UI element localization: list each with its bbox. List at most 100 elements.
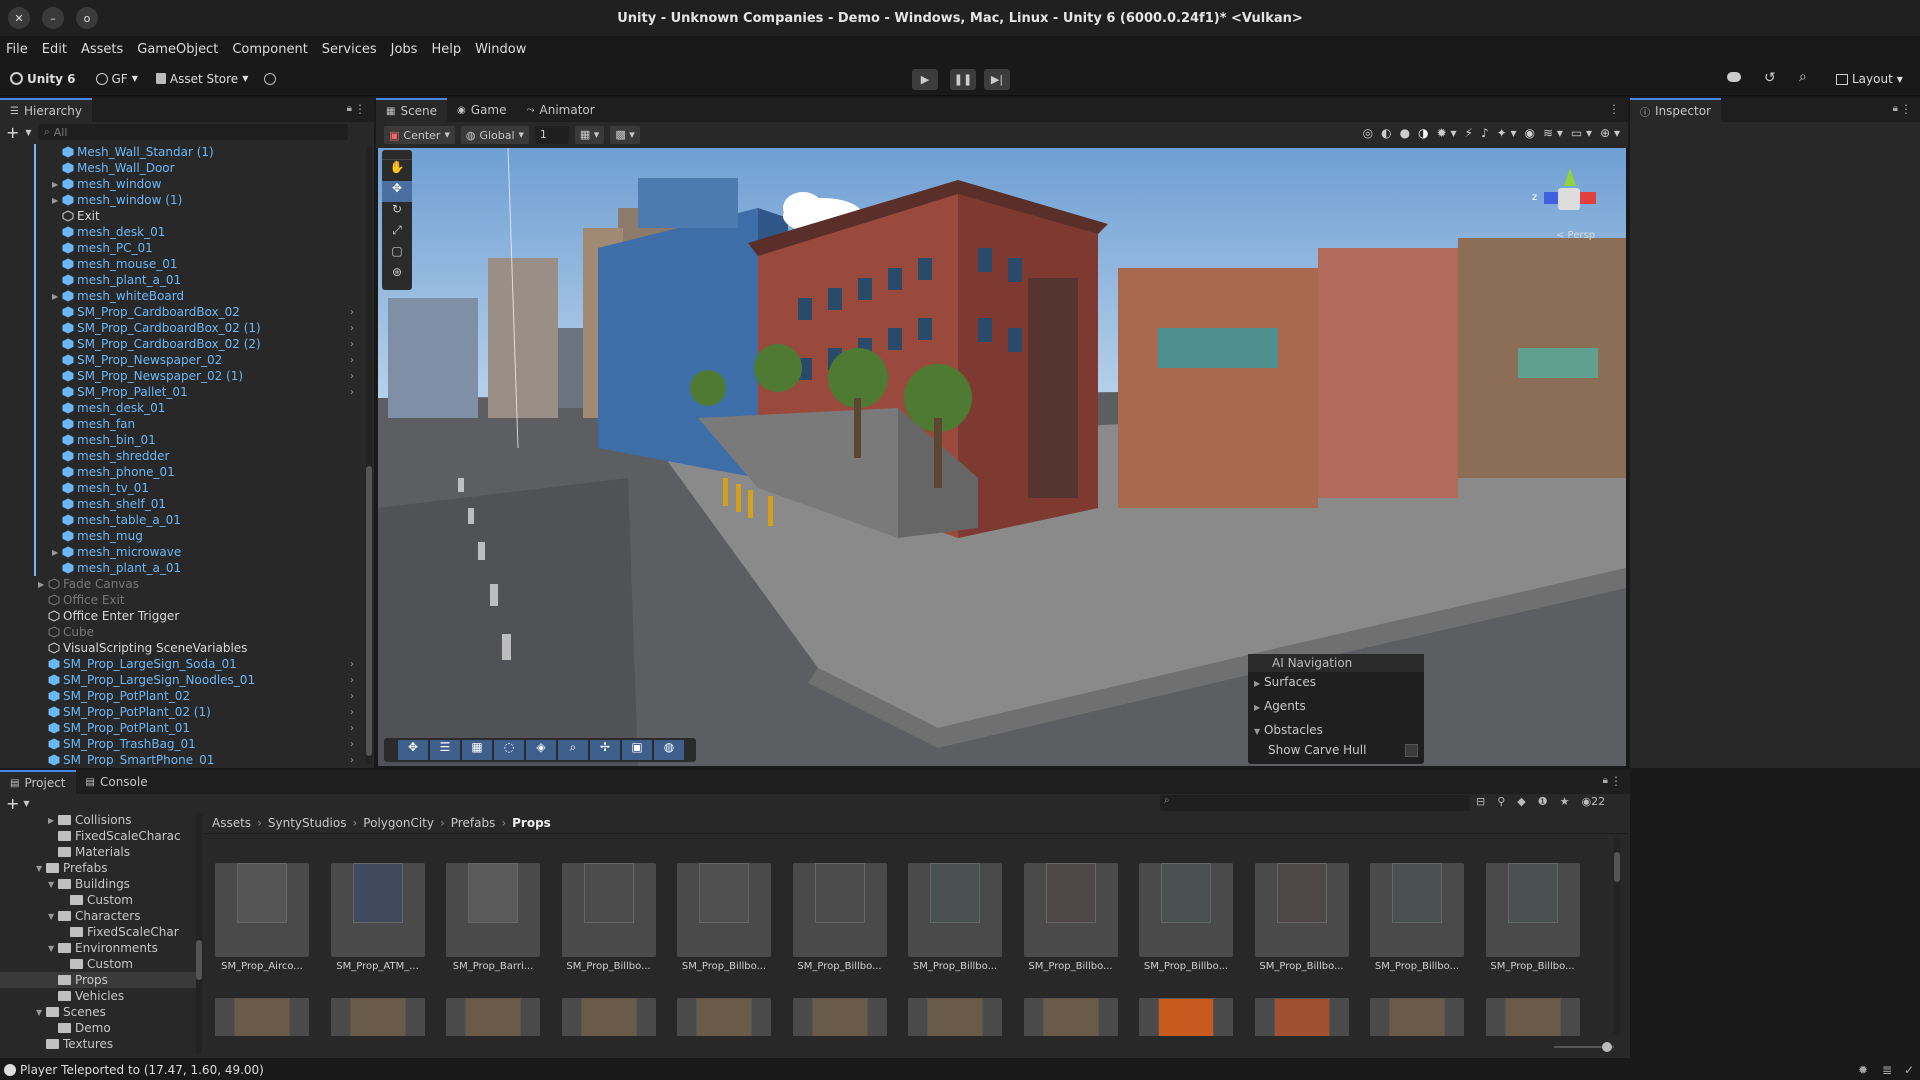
breadcrumb-syntystudios[interactable]: SyntyStudios <box>268 816 347 830</box>
hierarchy-row[interactable]: mesh_PC_01 <box>0 240 368 256</box>
nav-pan-icon[interactable]: ✢ <box>590 740 620 760</box>
expand-arrow-icon[interactable]: ▶ <box>52 548 62 557</box>
breadcrumb-polygoncity[interactable]: PolygonCity <box>363 816 434 830</box>
bug-icon[interactable]: ✹ <box>1858 1063 1868 1077</box>
chevron-right-icon[interactable]: › <box>350 355 354 366</box>
maximize-window-button[interactable]: o <box>76 7 98 29</box>
menu-gameobject[interactable]: GameObject <box>137 42 218 57</box>
hierarchy-row[interactable]: SM_Prop_LargeSign_Soda_01 › <box>0 656 368 672</box>
chevron-right-icon[interactable]: › <box>350 339 354 350</box>
more-options-icon[interactable]: ⋮ <box>1900 102 1912 116</box>
shading-shaded-icon[interactable]: ◑ <box>1418 126 1428 140</box>
expand-arrow-icon[interactable]: ▶ <box>48 816 58 825</box>
hierarchy-row[interactable]: mesh_phone_01 <box>0 464 368 480</box>
chevron-down-icon[interactable]: ▼ <box>23 799 29 808</box>
camera-icon[interactable]: ▭ ▾ <box>1571 126 1592 140</box>
folder-tree-item[interactable]: Vehicles <box>0 988 200 1004</box>
tab-project[interactable]: ▤ Project <box>0 770 76 794</box>
chevron-right-icon[interactable]: › <box>350 739 354 750</box>
asset-scrollbar[interactable] <box>1614 838 1620 1034</box>
x-axis-icon[interactable] <box>1580 192 1596 204</box>
visibility-icon[interactable]: ◉ <box>1525 126 1535 140</box>
rect-tool-icon[interactable]: ▢ <box>382 244 412 265</box>
lock-icon[interactable]: 🔒︎ <box>1893 103 1898 114</box>
asset-item[interactable] <box>561 970 657 1036</box>
rotate-tool-icon[interactable]: ↻ <box>382 202 412 223</box>
gizmo-center-icon[interactable] <box>1558 188 1580 210</box>
hierarchy-row[interactable]: mesh_mouse_01 <box>0 256 368 272</box>
debug-icon[interactable]: ✹ ▾ <box>1437 126 1457 140</box>
asset-item[interactable]: SM_Prop_Billbo... <box>561 846 657 972</box>
menu-file[interactable]: File <box>6 42 28 57</box>
expand-arrow-icon[interactable]: ▼ <box>48 912 58 921</box>
asset-item[interactable] <box>1138 970 1234 1036</box>
add-icon[interactable]: + <box>6 794 19 813</box>
cloud-icon[interactable] <box>1727 72 1741 82</box>
asset-item[interactable] <box>330 970 426 1036</box>
expand-arrow-icon[interactable]: ▶ <box>52 196 62 205</box>
hierarchy-row[interactable]: Cube <box>0 624 368 640</box>
move-tool-icon[interactable]: ✥ <box>382 181 412 202</box>
hierarchy-row[interactable]: mesh_shredder <box>0 448 368 464</box>
folder-tree-item[interactable]: Materials <box>0 844 200 860</box>
hierarchy-row[interactable]: ▶ mesh_window <box>0 176 368 192</box>
asset-item[interactable]: SM_Prop_Billbo... <box>676 846 772 972</box>
folder-tree-item[interactable]: ▼ Environments <box>0 940 200 956</box>
asset-item[interactable] <box>214 970 310 1036</box>
project-search-input[interactable]: ⌕ <box>1160 795 1470 811</box>
asset-item[interactable] <box>907 970 1003 1036</box>
hierarchy-row[interactable]: SM_Prop_PotPlant_02 › <box>0 688 368 704</box>
chevron-down-icon[interactable]: ▼ <box>25 128 31 137</box>
lock-icon[interactable]: 🔒︎ <box>347 103 352 114</box>
asset-item[interactable]: SM_Prop_Airco... <box>214 846 310 972</box>
expand-arrow-icon[interactable]: ▶ <box>38 580 48 589</box>
slider-handle[interactable] <box>1602 1042 1612 1052</box>
hierarchy-row[interactable]: SM_Prop_Pallet_01 › <box>0 384 368 400</box>
asset-item[interactable] <box>445 970 541 1036</box>
menu-services[interactable]: Services <box>322 42 377 57</box>
hierarchy-row[interactable]: SM_Prop_CardboardBox_02 (1) › <box>0 320 368 336</box>
tab-hierarchy[interactable]: ☰ Hierarchy <box>0 98 92 122</box>
search-icon[interactable]: ⌕ <box>1799 69 1807 85</box>
check-icon[interactable]: ✓ <box>1904 1063 1914 1077</box>
folder-tree-item[interactable]: Props <box>0 972 200 988</box>
hierarchy-row[interactable]: Office Exit <box>0 592 368 608</box>
shading-wire-icon[interactable]: ◐ <box>1381 126 1391 140</box>
tab-game[interactable]: ◉ Game <box>447 98 516 122</box>
hierarchy-row[interactable]: SM_Prop_CardboardBox_02 (2) › <box>0 336 368 352</box>
hierarchy-row[interactable]: SM_Prop_LargeSign_Noodles_01 › <box>0 672 368 688</box>
nav-move-icon[interactable]: ✥ <box>398 740 428 760</box>
pivot-dropdown[interactable]: ▣ Center ▼ <box>384 126 455 144</box>
expand-arrow-icon[interactable]: ▼ <box>48 944 58 953</box>
space-dropdown[interactable]: ◍ Global ▼ <box>460 126 529 144</box>
scrollbar-thumb[interactable] <box>196 940 202 980</box>
more-options-icon[interactable]: ⋮ <box>1608 102 1620 116</box>
breadcrumb-props[interactable]: Props <box>512 816 551 830</box>
expand-arrow-icon[interactable]: ▼ <box>36 1008 46 1017</box>
nav-bake-icon[interactable]: ☰ <box>430 740 460 760</box>
hierarchy-row[interactable]: ▶ mesh_microwave <box>0 544 368 560</box>
folder-tree-item[interactable]: ▼ Buildings <box>0 876 200 892</box>
menu-jobs[interactable]: Jobs <box>391 42 418 57</box>
filter-icon[interactable]: ⚲ <box>1497 795 1505 808</box>
asset-item[interactable] <box>792 970 888 1036</box>
add-icon[interactable]: + <box>6 123 19 142</box>
show-carve-hull-checkbox[interactable] <box>1405 744 1418 757</box>
hierarchy-row[interactable]: SM_Prop_Newspaper_02 › <box>0 352 368 368</box>
folder-tree-item[interactable]: ▶ Collisions <box>0 812 200 828</box>
asset-item[interactable] <box>1369 970 1465 1036</box>
overlay-handle[interactable] <box>382 150 412 160</box>
asset-item[interactable]: SM_Prop_Billbo... <box>1023 846 1119 972</box>
folder-tree-item[interactable]: Custom <box>0 892 200 908</box>
layout-dropdown[interactable]: Layout ▼ <box>1830 68 1909 90</box>
hierarchy-row[interactable]: mesh_plant_a_01 <box>0 560 368 576</box>
layers-icon[interactable]: ≋ ▾ <box>1543 126 1563 140</box>
folder-tree-item[interactable]: Custom <box>0 956 200 972</box>
breadcrumb-prefabs[interactable]: Prefabs <box>451 816 496 830</box>
tab-animator[interactable]: ⤳ Animator <box>517 98 605 122</box>
chevron-right-icon[interactable]: › <box>350 387 354 398</box>
transform-tool-icon[interactable]: ⊛ <box>382 265 412 286</box>
asset-item[interactable] <box>1485 970 1581 1036</box>
tab-scene[interactable]: ▦ Scene <box>376 98 448 122</box>
hierarchy-row[interactable]: Exit <box>0 208 368 224</box>
